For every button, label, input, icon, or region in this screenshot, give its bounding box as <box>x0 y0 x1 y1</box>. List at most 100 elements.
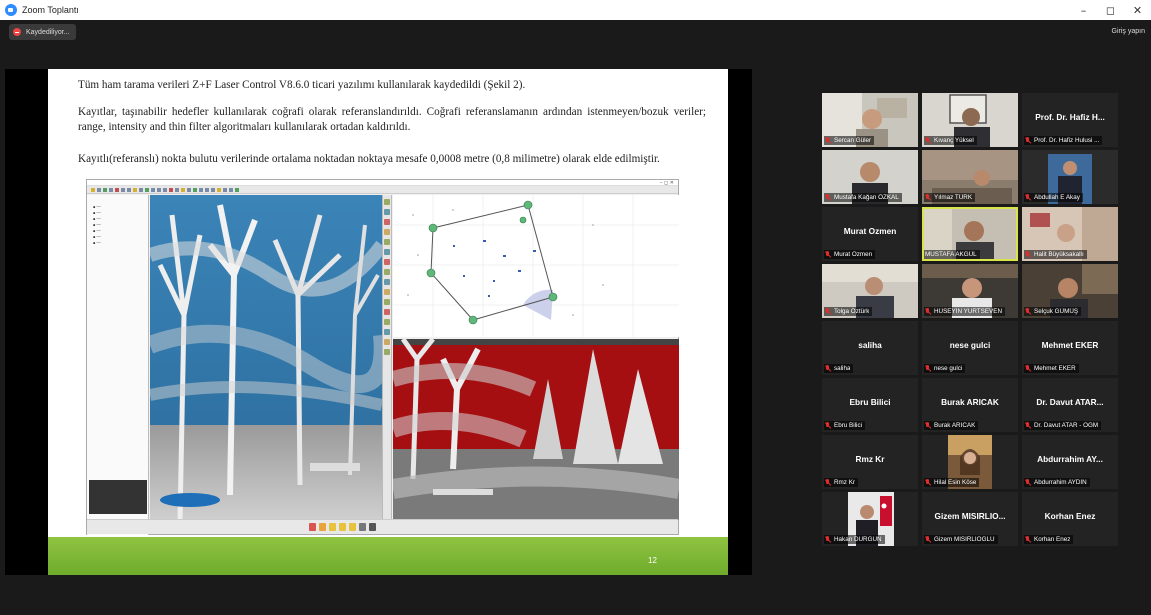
participant-name: Kıvanç Yüksel <box>934 137 974 144</box>
participant-name: Tolga Öztürk <box>834 308 870 315</box>
presentation-slide: Tüm ham tarama verileri Z+F Laser Contro… <box>48 69 728 575</box>
shared-screen: Tüm ham tarama verileri Z+F Laser Contro… <box>5 69 752 575</box>
participant-tile[interactable]: Korhan Enez Korhan Enez <box>1022 492 1118 546</box>
window-title: Zoom Toplantı <box>22 5 79 15</box>
muted-mic-icon <box>925 422 931 429</box>
participant-name: Halit Büyüksakallı <box>1034 251 1084 258</box>
participant-display-name: Mehmet EKER <box>1041 340 1099 350</box>
participant-tile[interactable]: Abdullah E Akay <box>1022 150 1118 204</box>
participant-tile[interactable]: Halit Büyüksakallı <box>1022 207 1118 261</box>
zoom-window: Zoom Toplantı – ◻ ✕ Kaydediliyor... Giri… <box>0 0 1151 615</box>
participant-name: Gizem MISIRLIOGLU <box>934 536 995 543</box>
participant-name: Mustafa Kağan ÖZKAL <box>834 194 899 201</box>
muted-mic-icon <box>825 137 831 144</box>
participant-tile[interactable]: Ebru Bilici Ebru Bilici <box>822 378 918 432</box>
participant-name: Sercan Güler <box>834 137 872 144</box>
participant-tile[interactable]: Abdurrahim AY... Abdurrahim AYDIN <box>1022 435 1118 489</box>
participant-name: Dr. Davut ATAR - OGM <box>1034 422 1099 429</box>
slide-paragraph-3: Kayıtlı(referanslı) nokta bulutu veriler… <box>78 153 660 165</box>
participant-tile[interactable]: Dr. Davut ATAR... Dr. Davut ATAR - OGM <box>1022 378 1118 432</box>
muted-mic-icon <box>825 479 831 486</box>
muted-mic-icon <box>1025 194 1031 201</box>
participant-tile[interactable]: Selçuk GÜMÜŞ <box>1022 264 1118 318</box>
participant-tile[interactable]: saliha saliha <box>822 321 918 375</box>
participant-tile[interactable]: Burak ARICAK Burak ARICAK <box>922 378 1018 432</box>
recording-indicator[interactable]: Kaydediliyor... <box>9 24 76 40</box>
recording-icon <box>13 28 21 36</box>
muted-mic-icon <box>825 251 831 258</box>
muted-mic-icon <box>1025 137 1031 144</box>
signin-link[interactable]: Giriş yapın <box>1112 28 1145 35</box>
participant-display-name: Ebru Bilici <box>849 397 891 407</box>
participant-display-name: saliha <box>858 340 882 350</box>
muted-mic-icon <box>1025 422 1031 429</box>
participant-display-name: Murat Ozmen <box>843 226 897 236</box>
participant-tile[interactable]: nese gulci nese gulci <box>922 321 1018 375</box>
participant-name: Ebru Bilici <box>834 422 862 429</box>
participant-name: Hakan DURGUN <box>834 536 882 543</box>
scan-tree-panel: ▪ ── ▪ ── ▪ ── ▪ ── ▪ ── ▪ ── ▪ ── <box>87 195 149 535</box>
participant-tile[interactable]: Prof. Dr. Hafiz H... Prof. Dr. Hafiz Hul… <box>1022 93 1118 147</box>
participant-tile[interactable]: Tolga Öztürk <box>822 264 918 318</box>
participant-tile[interactable]: Sercan Güler <box>822 93 918 147</box>
participant-tile[interactable]: Gizem MISIRLIO... Gizem MISIRLIOGLU <box>922 492 1018 546</box>
close-button[interactable]: ✕ <box>1124 0 1151 20</box>
participant-tile[interactable]: Mustafa Kağan ÖZKAL <box>822 150 918 204</box>
participant-tile[interactable]: Yılmaz TÜRK <box>922 150 1018 204</box>
viewport-tool-strip <box>382 195 392 520</box>
participant-display-name: Gizem MISIRLIO... <box>934 511 1006 521</box>
participant-name: Rmz Kr <box>834 479 855 486</box>
participant-name: Mehmet EKER <box>1034 365 1076 372</box>
participant-tile[interactable]: Rmz Kr Rmz Kr <box>822 435 918 489</box>
software-toolbar <box>87 186 678 194</box>
window-controls: – ◻ ✕ <box>1070 0 1151 20</box>
slide-paragraph-2: Kayıtlar, taşınabilir hedefler kullanıla… <box>78 106 706 133</box>
laser-control-screenshot: – ◻ ✕ ▪ ── ▪ ── ▪ ── ▪ ── ▪ ── ▪ ── ▪ ── <box>86 179 679 535</box>
muted-mic-icon <box>925 365 931 372</box>
participant-tile[interactable]: HÜSEYİN YURTSEVEN <box>922 264 1018 318</box>
participant-display-name: Burak ARICAK <box>941 397 999 407</box>
muted-mic-icon <box>1025 479 1031 486</box>
minimize-button[interactable]: – <box>1070 0 1097 20</box>
point-cloud-view-2 <box>393 339 679 520</box>
muted-mic-icon <box>1025 536 1031 543</box>
participant-name: MUSTAFA AKGÜL <box>925 251 977 258</box>
participant-name: Selçuk GÜMÜŞ <box>1034 308 1079 315</box>
muted-mic-icon <box>925 194 931 201</box>
muted-mic-icon <box>1025 365 1031 372</box>
muted-mic-icon <box>925 536 931 543</box>
participant-tile-active-speaker[interactable]: MUSTAFA AKGÜL <box>922 207 1018 261</box>
recording-label: Kaydediliyor... <box>26 28 70 36</box>
software-statusbar <box>87 519 678 534</box>
participant-name: Hilal Esin Köse <box>934 479 977 486</box>
participant-tile[interactable]: Murat Ozmen Murat Ozmen <box>822 207 918 261</box>
participant-display-name: Prof. Dr. Hafiz H... <box>1035 112 1105 122</box>
participant-name: Murat Ozmen <box>834 251 873 258</box>
muted-mic-icon <box>825 365 831 372</box>
participant-display-name: nese gulci <box>949 340 991 350</box>
participant-name: HÜSEYİN YURTSEVEN <box>934 308 1003 315</box>
participant-display-name: Korhan Enez <box>1044 511 1096 521</box>
participant-name: Prof. Dr. Hafiz Hulusi ... <box>1034 137 1100 144</box>
participant-name: Burak ARICAK <box>934 422 976 429</box>
participant-tile[interactable]: Kıvanç Yüksel <box>922 93 1018 147</box>
muted-mic-icon <box>925 137 931 144</box>
muted-mic-icon <box>925 308 931 315</box>
slide-footer-bar <box>48 537 728 575</box>
point-cloud-view-1 <box>150 195 382 520</box>
participant-display-name: Abdurrahim AY... <box>1037 454 1103 464</box>
participant-tile[interactable]: Hakan DURGUN <box>822 492 918 546</box>
zoom-logo-icon <box>5 4 17 16</box>
muted-mic-icon <box>825 536 831 543</box>
participant-tile[interactable]: Hilal Esin Köse <box>922 435 1018 489</box>
muted-mic-icon <box>1025 308 1031 315</box>
restore-button[interactable]: ◻ <box>1097 0 1124 20</box>
participant-tile[interactable]: Mehmet EKER Mehmet EKER <box>1022 321 1118 375</box>
window-titlebar: Zoom Toplantı – ◻ ✕ <box>0 0 1151 20</box>
participant-name: nese gulci <box>934 365 963 372</box>
participant-name: saliha <box>834 365 851 372</box>
participant-display-name: Dr. Davut ATAR... <box>1036 397 1104 407</box>
participant-name: Korhan Enez <box>1034 536 1071 543</box>
muted-mic-icon <box>825 422 831 429</box>
scan-thumbnail <box>89 480 147 514</box>
